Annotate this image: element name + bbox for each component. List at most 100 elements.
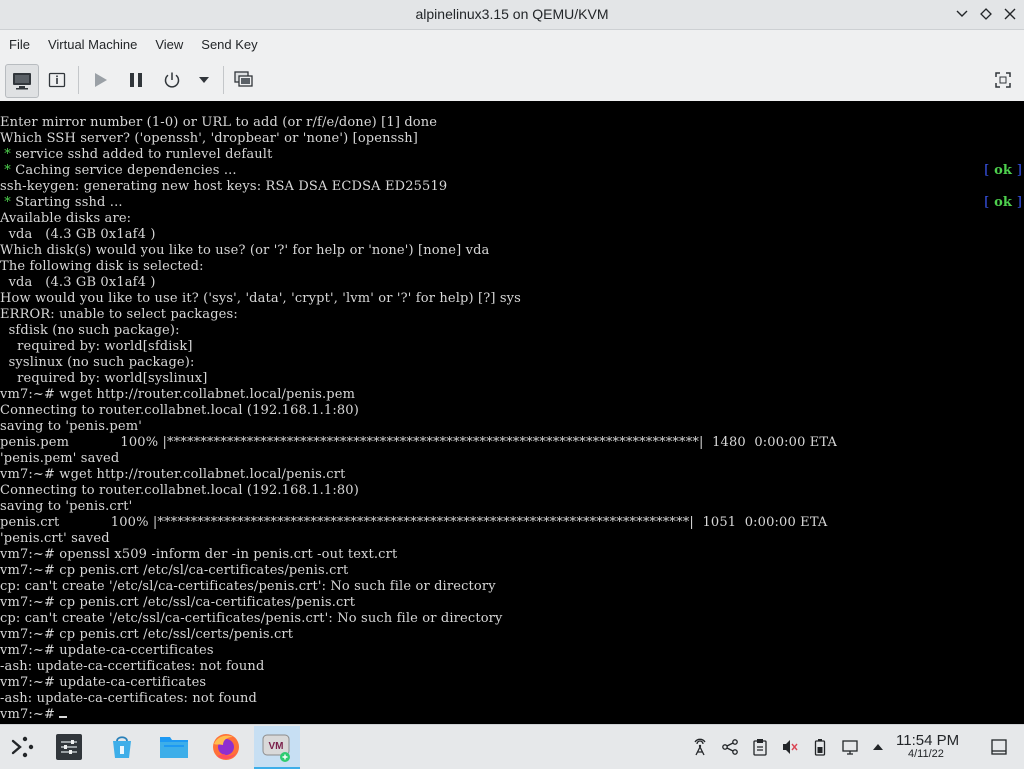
console-line: 'penis.crt' saved [0,531,1024,547]
toolbar-separator [223,66,224,94]
console-line-text: required by: world[syslinux] [0,371,208,386]
kdeconnect-icon [722,739,738,755]
console-line: vda (4.3 GB 0x1af4 ) [0,275,1024,291]
console-line: Which disk(s) would you like to use? (or… [0,243,1024,259]
power-menu-button[interactable] [190,64,218,96]
fullscreen-button[interactable] [987,64,1019,96]
console-line: Which SSH server? ('openssh', 'dropbear'… [0,131,1024,147]
console-line: vm7:~# cp penis.crt /etc/ssl/ca-certific… [0,595,1024,611]
console-line-text: 'penis.pem' saved [0,451,120,466]
maximize-button[interactable] [976,4,996,24]
virt-manager-button[interactable]: VM [254,726,300,769]
clock-date[interactable]: 4/11/22 [908,748,944,760]
console-line: vm7:~# update-ca-certificates [0,675,1024,691]
console-line: The following disk is selected: [0,259,1024,275]
application-launcher-icon [11,736,34,758]
window-title: alpinelinux3.15 on QEMU/KVM [415,6,609,22]
clipboard-tray[interactable] [750,737,770,757]
console-line-text: -ash: update-ca-ccertificates: not found [0,659,265,674]
console-line-text: Available disks are: [0,211,132,226]
svg-text:VM: VM [269,741,284,752]
console-line-text: vda (4.3 GB 0x1af4 ) [0,227,156,242]
file-manager-button[interactable] [156,729,192,765]
console-line-text: Connecting to router.collabnet.local (19… [0,403,359,418]
console-line: 'penis.pem' saved [0,451,1024,467]
console-line-text: vm7:~# wget http://router.collabnet.loca… [0,387,356,402]
console-icon [13,73,31,90]
console-line: * Starting sshd ... [ ok ] [0,195,1024,211]
console-line: -ash: update-ca-certificates: not found [0,691,1024,707]
volume-muted-icon [783,740,798,754]
ok-bracket-close: ] [1016,163,1022,178]
console-line: saving to 'penis.pem' [0,419,1024,435]
window-titlebar[interactable]: alpinelinux3.15 on QEMU/KVM [0,0,1024,30]
display-config-tray[interactable] [840,737,860,757]
console-star-bullet: * [0,163,11,178]
console-line: Connecting to router.collabnet.local (19… [0,483,1024,499]
console-line: cp: can't create '/etc/ssl/ca-certificat… [0,611,1024,627]
console-line-text: vm7:~# cp penis.crt /etc/sl/ca-certifica… [0,563,349,578]
tray-expand-button[interactable] [868,737,888,757]
console-line-text: saving to 'penis.pem' [0,419,142,434]
display-config-icon [842,740,858,755]
power-button[interactable] [156,64,188,96]
console-line-text: vm7:~# [0,707,60,722]
console-line: required by: world[syslinux] [0,371,1024,387]
minimize-button[interactable] [952,4,972,24]
vm-console[interactable]: Enter mirror number (1-0) or URL to add … [0,101,1024,724]
network-activity-tray[interactable] [690,737,710,757]
show-desktop-icon [991,739,1007,755]
show-desktop-button[interactable] [988,736,1010,758]
console-line-text: vm7:~# update-ca-ccertificates [0,643,214,658]
console-line-text: vm7:~# wget http://router.collabnet.loca… [0,467,346,482]
console-line-text: How would you like to use it? ('sys', 'd… [0,291,521,306]
console-line: vm7:~# wget http://router.collabnet.loca… [0,467,1024,483]
ok-bracket-close: ] [1016,195,1022,210]
console-line: Available disks are: [0,211,1024,227]
console-line-text: -ash: update-ca-certificates: not found [0,691,257,706]
console-line: sfdisk (no such package): [0,323,1024,339]
snapshots-button[interactable] [228,64,260,96]
menu-file[interactable]: File [0,37,39,52]
menu-virtual-machine[interactable]: Virtual Machine [39,37,146,52]
console-star-bullet: * [0,147,11,162]
console-line-text: syslinux (no such package): [0,355,195,370]
details-button[interactable] [41,64,73,96]
clock-time[interactable]: 11:54 PM [896,732,959,749]
menu-send-key[interactable]: Send Key [192,37,266,52]
volume-tray[interactable] [780,737,800,757]
console-line: cp: can't create '/etc/sl/ca-certificate… [0,579,1024,595]
console-line: vm7:~# cp penis.crt /etc/sl/ca-certifica… [0,563,1024,579]
discover-store-button[interactable] [104,729,140,765]
console-line-text: vm7:~# openssl x509 -inform der -in peni… [0,547,398,562]
battery-tray[interactable] [810,737,830,757]
kdeconnect-tray[interactable] [720,737,740,757]
console-line: * Caching service dependencies ... [ ok ] [0,163,1024,179]
system-settings-button[interactable] [51,729,87,765]
details-icon [48,72,66,88]
run-button[interactable] [84,64,116,96]
console-line: Connecting to router.collabnet.local (19… [0,403,1024,419]
tray-expand-icon [873,744,883,750]
pause-button[interactable] [120,64,152,96]
application-launcher-button[interactable] [4,729,40,765]
console-line-text: cp: can't create '/etc/ssl/ca-certificat… [0,611,503,626]
console-line: vm7:~# cp penis.crt /etc/ssl/certs/penis… [0,627,1024,643]
console-line-text: vda (4.3 GB 0x1af4 ) [0,275,156,290]
menu-view[interactable]: View [146,37,192,52]
firefox-button[interactable] [208,729,244,765]
console-line: penis.pem 100% |************************… [0,435,1024,451]
console-star-bullet: * [0,195,11,210]
console-button[interactable] [5,64,39,98]
console-line-text: Which SSH server? ('openssh', 'dropbear'… [0,131,419,146]
close-button[interactable] [1000,4,1020,24]
console-line-text: ERROR: unable to select packages: [0,307,238,322]
taskbar: VM [0,724,1024,769]
console-line: vda (4.3 GB 0x1af4 ) [0,227,1024,243]
console-ok-status: [ ok ] [984,195,1022,211]
discover-store-icon [113,736,131,758]
maximize-icon [980,8,992,20]
minimize-icon [956,10,968,17]
console-line-text: saving to 'penis.crt' [0,499,133,514]
toolbar-separator [78,66,79,94]
